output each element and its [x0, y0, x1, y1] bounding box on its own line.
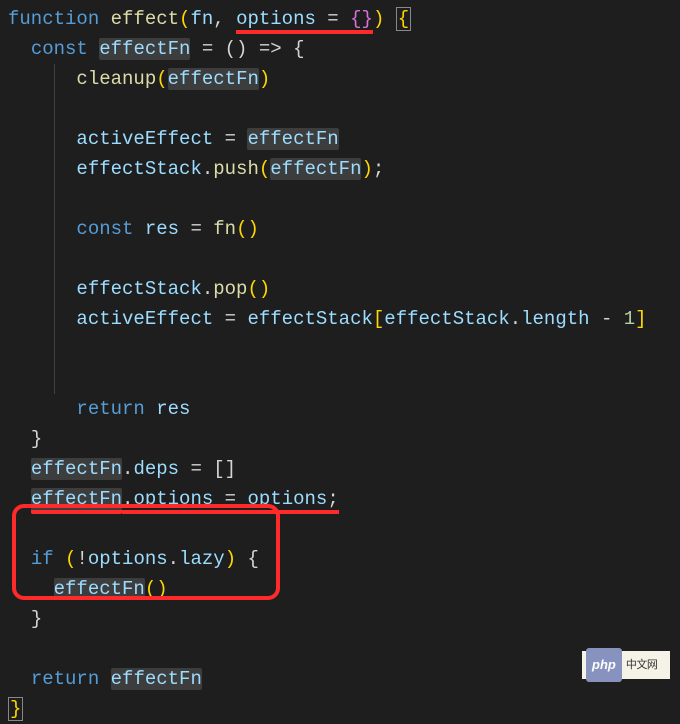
keyword-const: const [31, 38, 88, 60]
line-8: const res = fn() [76, 218, 258, 240]
obj-effectFn: effectFn [31, 488, 122, 514]
method-push: push [213, 158, 259, 180]
prop-lazy: lazy [179, 548, 225, 570]
return-effectFn: effectFn [111, 668, 202, 690]
close-brace-if: } [31, 608, 42, 630]
obj-effectFn: effectFn [31, 458, 122, 480]
prop-deps: deps [133, 458, 179, 480]
obj-options: options [88, 548, 168, 570]
idx-effectStack: effectStack [384, 308, 509, 330]
line-18: if (!options.lazy) { [31, 548, 259, 570]
call-effectFn: effectFn [54, 578, 145, 600]
var-effectFn: effectFn [99, 38, 190, 60]
keyword-if: if [31, 548, 54, 570]
fn-effect: effect [111, 8, 179, 30]
empty-array: [] [213, 458, 236, 480]
keyword-return: return [31, 668, 99, 690]
line-3: cleanup(effectFn) [76, 68, 270, 90]
line-16: effectFn.options = options; [31, 488, 339, 514]
fn-fn: fn [213, 218, 236, 240]
close-brace-inner: } [31, 428, 42, 450]
param-options: options [236, 8, 316, 34]
prop-length: length [521, 308, 589, 330]
var-res: res [145, 218, 179, 240]
line-2: const effectFn = () => { [31, 38, 305, 60]
arg-effectFn: effectFn [168, 68, 259, 90]
var-activeEffect: activeEffect [76, 128, 213, 150]
line-11: activeEffect = effectStack[effectStack.l… [76, 308, 646, 330]
obj-effectStack: effectStack [76, 158, 201, 180]
line-5: activeEffect = effectFn [76, 128, 338, 150]
line-10: effectStack.pop() [76, 278, 270, 300]
num-one: 1 [624, 308, 635, 330]
line-19: effectFn() [54, 578, 168, 600]
keyword-const: const [76, 218, 133, 240]
obj-effectStack: effectStack [76, 278, 201, 300]
var-activeEffect: activeEffect [76, 308, 213, 330]
line-13: return res [76, 398, 190, 420]
method-pop: pop [213, 278, 247, 300]
close-brace-fn: } [8, 697, 23, 721]
rhs-effectFn: effectFn [247, 128, 338, 150]
fn-cleanup: cleanup [76, 68, 156, 90]
watermark: php 中文网 [582, 651, 670, 679]
watermark-label: php [586, 648, 622, 682]
line-15: effectFn.deps = [] [31, 458, 236, 480]
keyword-return: return [76, 398, 144, 420]
code-block: function effect(fn, options = {}) { cons… [8, 4, 672, 724]
var-res: res [156, 398, 190, 420]
keyword-function: function [8, 8, 99, 30]
line-6: effectStack.push(effectFn); [76, 158, 384, 180]
param-fn: fn [190, 8, 213, 30]
line-1: function effect(fn, options = {}) { [8, 7, 411, 34]
default-obj: {} [350, 8, 373, 34]
line-22: return effectFn [31, 668, 202, 690]
push-arg: effectFn [270, 158, 361, 180]
obj-effectStack: effectStack [247, 308, 372, 330]
prop-options: options [133, 488, 213, 514]
rhs-options: options [247, 488, 327, 514]
watermark-suffix: 中文网 [626, 650, 658, 680]
